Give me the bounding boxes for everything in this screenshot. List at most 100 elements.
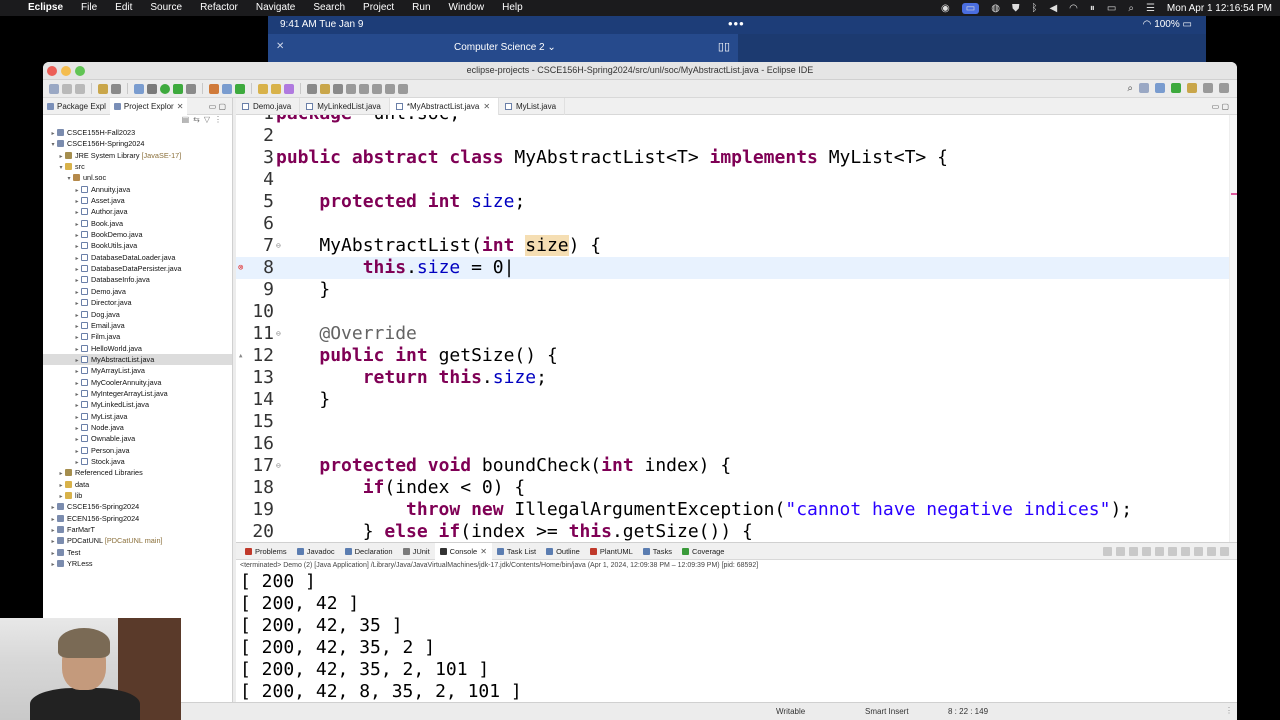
tree-item[interactable]: ▸ MyIntegerArrayList.java	[43, 388, 232, 399]
tree-item[interactable]: ▸ FarMarT	[43, 524, 232, 535]
tree-item[interactable]: ▾ src	[43, 161, 232, 172]
tree-item[interactable]: ▸ Film.java	[43, 331, 232, 342]
override-marker-icon[interactable]: ▴	[238, 345, 243, 367]
undo-icon[interactable]	[98, 83, 108, 94]
code-line[interactable]: 9 }	[236, 279, 1237, 301]
search-icon[interactable]: ⌕	[1128, 3, 1134, 14]
console-output[interactable]: [ 200 ][ 200, 42 ][ 200, 42, 35 ][ 200, …	[236, 571, 1237, 703]
coverage-icon[interactable]	[173, 83, 183, 94]
tab-plantuml[interactable]: PlantUML	[585, 543, 638, 560]
tree-item[interactable]: ▸ Asset.java	[43, 195, 232, 206]
menu-window[interactable]: Window	[440, 0, 494, 16]
tree-item[interactable]: ▸ MyLinkedList.java	[43, 399, 232, 410]
tree-item[interactable]: ▸ Stock.java	[43, 456, 232, 467]
search-icon[interactable]: ⌕	[1127, 83, 1133, 94]
more-icon[interactable]: ⋮	[1225, 706, 1233, 715]
highlight-icon[interactable]	[320, 83, 330, 94]
remove-launch-icon[interactable]	[1116, 546, 1125, 556]
close-icon[interactable]: ✕	[177, 102, 184, 111]
tree-item[interactable]: ▸ ECEN156-Spring2024	[43, 513, 232, 524]
display-console-icon[interactable]	[1181, 546, 1190, 556]
menu-project[interactable]: Project	[354, 0, 403, 16]
tab-outline[interactable]: Outline	[541, 543, 585, 560]
vpn-icon[interactable]: ◍	[991, 3, 1000, 14]
last-edit-icon[interactable]	[372, 83, 382, 94]
error-marker-icon[interactable]: ⊗	[238, 257, 243, 279]
tab-junit[interactable]: JUnit	[398, 543, 435, 560]
status-insert-mode[interactable]: Smart Insert	[865, 707, 909, 716]
whitespace-icon[interactable]	[333, 83, 343, 94]
tree-item[interactable]: ▸ MyList.java	[43, 411, 232, 422]
tab-project-explorer[interactable]: Project Explor ✕	[109, 97, 188, 115]
minimize-maximize-icon[interactable]: ▭ ▢	[209, 102, 232, 111]
battery-icon[interactable]: ▭	[1107, 3, 1116, 14]
new-java-project-icon[interactable]	[209, 83, 219, 94]
ipad-multitask-dots[interactable]: •••	[728, 16, 745, 31]
code-line[interactable]: 16	[236, 433, 1237, 455]
tree-item[interactable]: ▸ PDCatUNL [PDCatUNL main]	[43, 535, 232, 546]
shield-icon[interactable]: ⛊	[1012, 3, 1020, 14]
git-perspective-icon[interactable]	[1187, 83, 1197, 93]
menu-search[interactable]: Search	[304, 0, 354, 16]
code-line[interactable]: 19 throw new IllegalArgumentException("c…	[236, 499, 1237, 521]
scroll-lock-icon[interactable]	[1142, 546, 1151, 556]
editor-tab[interactable]: MyList.java	[499, 97, 566, 115]
menu-file[interactable]: File	[72, 0, 106, 16]
tree-item[interactable]: ▸ Person.java	[43, 445, 232, 456]
tree-item[interactable]: ▸ MyAbstractList.java	[43, 353, 232, 366]
tree-item[interactable]: ▸ Demo.java	[43, 286, 232, 297]
word-wrap-icon[interactable]	[1155, 546, 1164, 556]
tree-item[interactable]: ▾ unl.soc	[43, 172, 232, 183]
menu-navigate[interactable]: Navigate	[247, 0, 304, 16]
code-line[interactable]: 14 }	[236, 389, 1237, 411]
code-line[interactable]: 8 ⊗ this.size = 0|	[236, 257, 1237, 279]
save-all-icon[interactable]	[75, 83, 85, 94]
tree-item[interactable]: ▸ DatabaseDataPersister.java	[43, 263, 232, 274]
menu-run[interactable]: Run	[403, 0, 439, 16]
tree-item[interactable]: ▸ Node.java	[43, 422, 232, 433]
code-line[interactable]: 4	[236, 169, 1237, 191]
tab-javadoc[interactable]: Javadoc	[292, 543, 340, 560]
forward-icon[interactable]	[398, 83, 408, 94]
chevron-right-icon[interactable]: ▸	[49, 560, 57, 571]
tab-task-list[interactable]: Task List	[492, 543, 541, 560]
resource-perspective-icon[interactable]	[1219, 83, 1229, 93]
link-editor-icon[interactable]: ⇆	[193, 115, 200, 127]
terminate-icon[interactable]	[1103, 546, 1112, 556]
pause-icon[interactable]: ⏸	[1090, 3, 1095, 14]
external-tools-icon[interactable]	[186, 83, 196, 94]
tree-item[interactable]: ▸ MyArrayList.java	[43, 365, 232, 376]
tab-tasks[interactable]: Tasks	[638, 543, 677, 560]
open-console-icon[interactable]	[1194, 546, 1203, 556]
tab-package-explorer[interactable]: Package Expl	[43, 98, 110, 115]
tree-item[interactable]: ▸ Dog.java	[43, 309, 232, 320]
open-type-icon[interactable]	[258, 83, 268, 94]
code-line[interactable]: 3 public abstract class MyAbstractList<T>…	[236, 147, 1237, 169]
tree-item[interactable]: ▸ Email.java	[43, 320, 232, 331]
app-menu[interactable]: Eclipse	[22, 0, 72, 16]
filter-icon[interactable]: ▽	[204, 115, 210, 127]
tree-item[interactable]: ▸ YRLess	[43, 558, 232, 569]
minimize-maximize-icon[interactable]: ▭ ▢	[1212, 102, 1237, 111]
tree-item[interactable]: ▸ Author.java	[43, 206, 232, 217]
back-icon[interactable]	[385, 83, 395, 94]
tab-declaration[interactable]: Declaration	[340, 543, 398, 560]
pin-console-icon[interactable]	[1168, 546, 1177, 556]
toggle-mark-icon[interactable]	[307, 83, 317, 94]
sidebar-toggle-icon[interactable]: ▯▯	[718, 40, 730, 53]
tree-item[interactable]: ▸ data	[43, 479, 232, 490]
prev-annotation-icon[interactable]	[359, 83, 369, 94]
code-line[interactable]: 7 ⊖ MyAbstractList(int size) {	[236, 235, 1237, 257]
camera-icon[interactable]: ◉	[941, 3, 950, 14]
tab-problems[interactable]: Problems	[240, 543, 292, 560]
team-perspective-icon[interactable]	[1203, 83, 1213, 93]
menu-edit[interactable]: Edit	[106, 0, 141, 16]
next-annotation-icon[interactable]	[346, 83, 356, 94]
remove-all-icon[interactable]	[1129, 546, 1138, 556]
tree-item[interactable]: ▸ CSCE155H-Fall2023	[43, 127, 232, 138]
java-perspective-icon[interactable]	[1155, 83, 1165, 93]
code-line[interactable]: 15	[236, 411, 1237, 433]
debug-perspective-icon[interactable]	[1171, 83, 1181, 93]
tree-item[interactable]: ▸ MyCoolerAnnuity.java	[43, 377, 232, 388]
editor-tab[interactable]: MyLinkedList.java	[300, 97, 390, 115]
